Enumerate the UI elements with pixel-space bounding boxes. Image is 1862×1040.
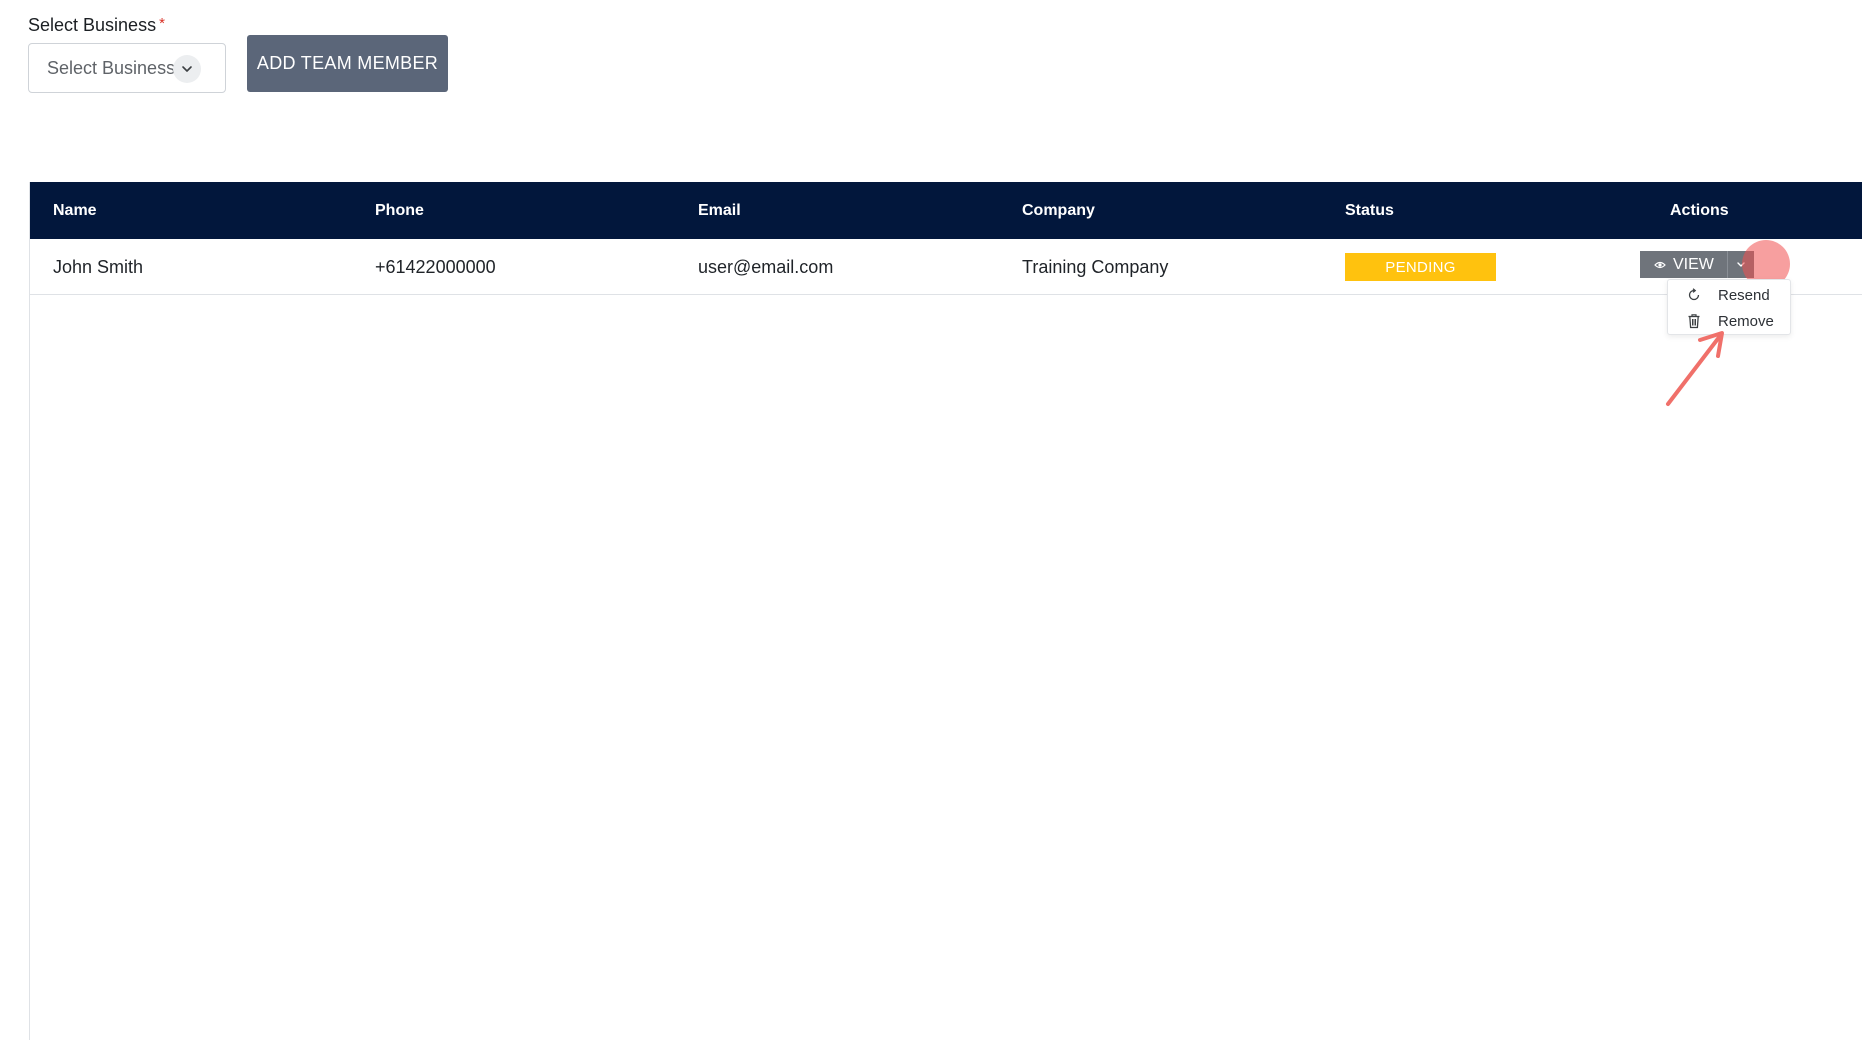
select-business-label-text: Select Business: [28, 15, 157, 35]
add-team-member-button[interactable]: ADD TEAM MEMBER: [247, 35, 448, 92]
eye-icon: [1654, 260, 1666, 270]
cell-phone: +61422000000: [375, 257, 496, 277]
table-row: John Smith +61422000000 user@email.com T…: [30, 239, 1862, 295]
trash-icon: [1684, 313, 1704, 329]
column-header-name: Name: [53, 202, 97, 219]
column-header-email: Email: [698, 202, 741, 219]
column-header-phone: Phone: [375, 202, 424, 219]
chevron-down-icon: [173, 55, 201, 83]
menu-item-remove[interactable]: Remove: [1668, 308, 1790, 334]
cell-name: John Smith: [53, 257, 144, 277]
menu-item-resend[interactable]: Resend: [1668, 282, 1790, 308]
chevron-down-icon: [1736, 256, 1746, 274]
column-header-company: Company: [1022, 202, 1095, 219]
refresh-icon: [1684, 288, 1704, 302]
actions-dropdown-menu: Resend Remove: [1667, 279, 1791, 335]
select-business-label: Select Business *: [28, 15, 165, 36]
view-button[interactable]: VIEW: [1640, 251, 1754, 278]
select-business-dropdown[interactable]: Select Business: [28, 43, 226, 93]
page: Select Business * Select Business ADD TEA…: [0, 0, 1862, 1040]
cell-email: user@email.com: [698, 257, 834, 277]
status-badge: PENDING: [1345, 253, 1496, 281]
team-members-table: Name Phone Email Company Status Actions …: [29, 182, 1862, 1040]
menu-item-remove-label: Remove: [1718, 312, 1774, 330]
select-business-value: Select Business: [47, 57, 176, 78]
column-header-actions: Actions: [1670, 202, 1729, 219]
menu-item-resend-label: Resend: [1718, 286, 1770, 304]
cell-company: Training Company: [1022, 257, 1169, 277]
required-mark: *: [159, 15, 165, 32]
column-header-status: Status: [1345, 202, 1394, 219]
view-button-label: VIEW: [1673, 255, 1714, 273]
actions-dropdown-toggle[interactable]: [1727, 251, 1754, 278]
table-header: Name Phone Email Company Status Actions: [30, 182, 1862, 239]
